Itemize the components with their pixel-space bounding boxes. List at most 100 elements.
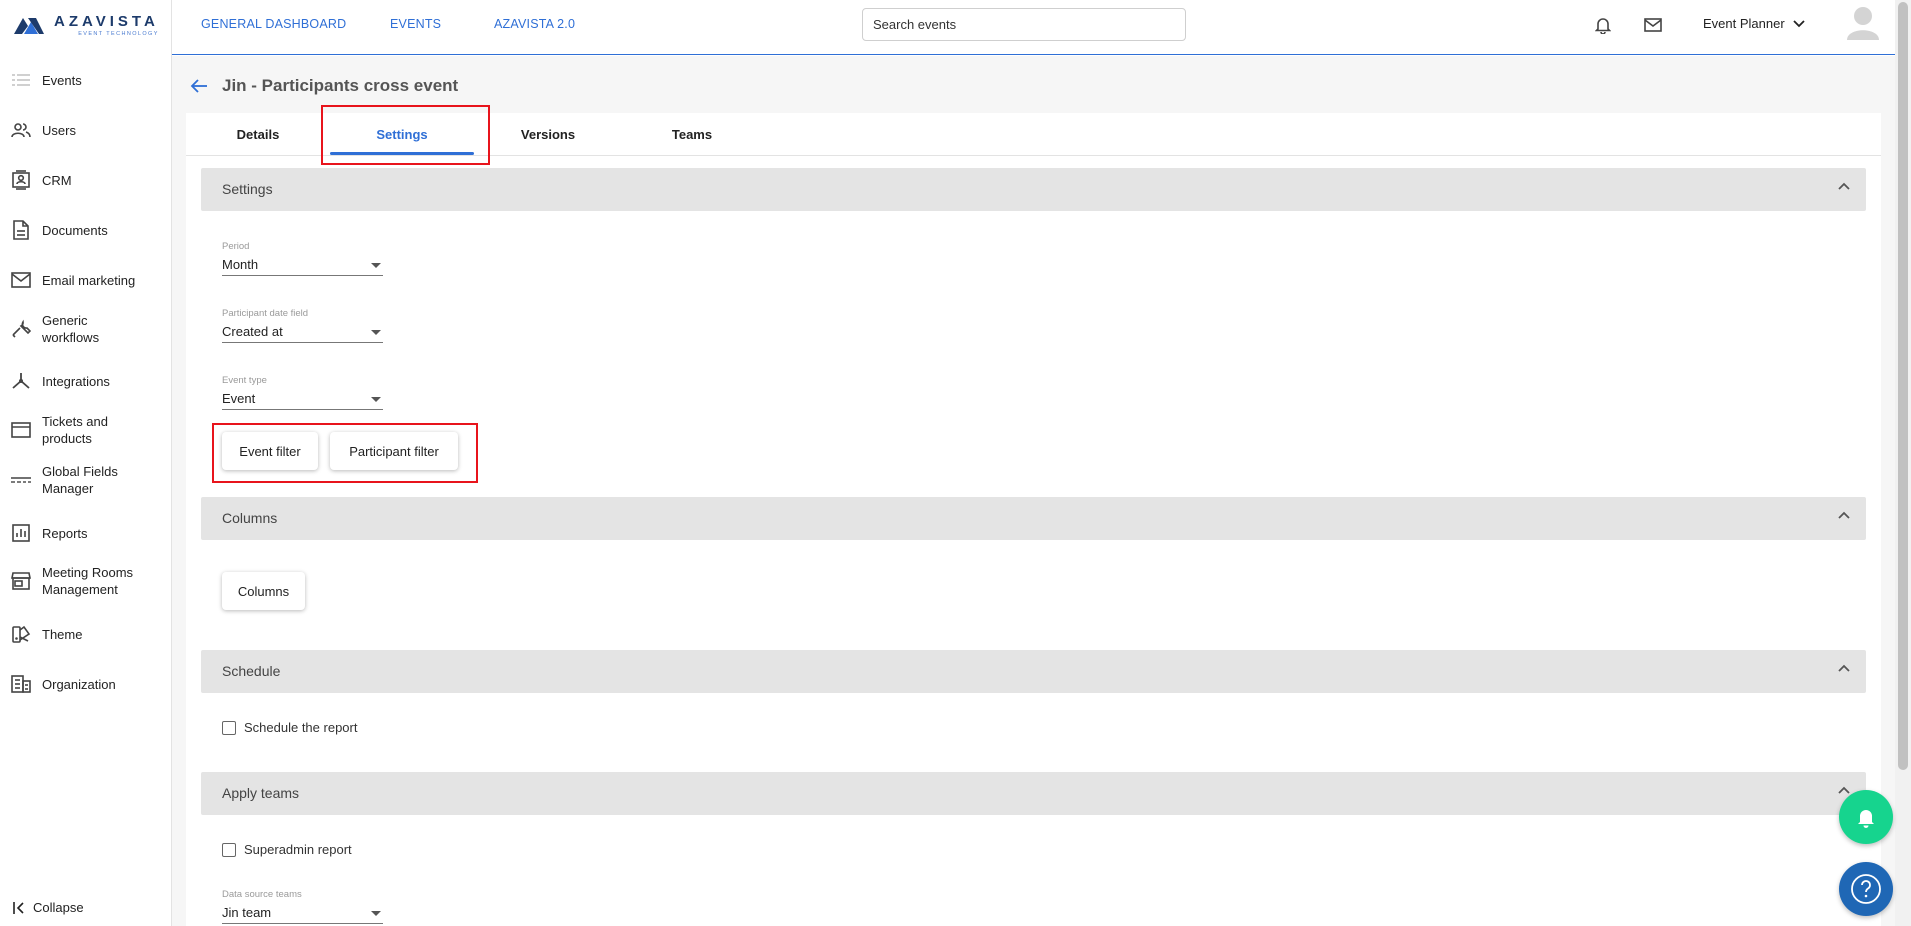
dropdown-caret-icon: [371, 263, 381, 268]
sidebar-item-events[interactable]: Events: [0, 70, 171, 90]
azavista-logo[interactable]: AZAVISTA EVENT TECHNOLOGY: [14, 14, 159, 40]
page-title: Jin - Participants cross event: [222, 76, 459, 95]
sidebar-item-reports[interactable]: Reports: [0, 523, 171, 543]
data-source-teams-select[interactable]: Data source teams Jin team: [222, 889, 383, 924]
back-arrow-icon[interactable]: [190, 78, 208, 94]
sidebar-item-email-marketing[interactable]: Email marketing: [0, 270, 171, 290]
period-select[interactable]: Period Month: [222, 241, 383, 276]
chevron-up-icon: [1838, 786, 1850, 794]
sidebar-item-theme[interactable]: Theme: [0, 624, 171, 644]
help-icon: [1851, 874, 1881, 904]
participant-filter-button[interactable]: Participant filter: [330, 432, 458, 470]
collapse-button[interactable]: Collapse: [13, 900, 84, 915]
sidebar-item-documents[interactable]: Documents: [0, 220, 171, 240]
section-title: Apply teams: [222, 785, 300, 801]
sidebar-item-label: Tickets and products: [42, 414, 108, 446]
select-value[interactable]: Created at: [222, 321, 383, 343]
mail-icon[interactable]: [1642, 14, 1664, 36]
field-label: Participant date field: [222, 308, 309, 319]
tab-details[interactable]: Details: [218, 113, 298, 156]
sidebar-item-global-fields-manager[interactable]: Global Fields Manager: [0, 463, 171, 497]
report-icon: [11, 523, 31, 543]
tab-bar: Details Settings Versions Teams: [186, 113, 1881, 156]
building-icon: [11, 674, 31, 694]
schedule-report-checkbox[interactable]: Schedule the report: [222, 720, 357, 735]
chevron-up-icon: [1838, 511, 1850, 519]
checkbox-box[interactable]: [222, 842, 236, 857]
tab-settings[interactable]: Settings: [330, 113, 474, 156]
sidebar-item-integrations[interactable]: Integrations: [0, 371, 171, 391]
checkbox-label: Superadmin report: [244, 842, 352, 857]
tab-teams[interactable]: Teams: [620, 113, 764, 156]
section-title: Columns: [222, 510, 278, 526]
checkbox-label: Schedule the report: [244, 720, 358, 735]
mail-icon: [11, 270, 31, 290]
bell-icon[interactable]: [1592, 14, 1614, 36]
user-menu[interactable]: Event Planner: [1703, 16, 1805, 31]
sidebar-item-generic-workflows[interactable]: Generic workflows: [0, 312, 171, 346]
sidebar-item-label: Meeting Rooms Management: [42, 565, 134, 597]
dropdown-caret-icon: [371, 911, 381, 916]
logo-name: AZAVISTA: [54, 13, 159, 30]
select-value[interactable]: Month: [222, 254, 383, 276]
sidebar-item-label: Integrations: [42, 373, 110, 389]
notifications-fab[interactable]: [1839, 790, 1893, 844]
apply-teams-section-header[interactable]: Apply teams: [201, 772, 1866, 815]
scrollbar-thumb[interactable]: [1898, 2, 1908, 770]
palette-icon: [11, 624, 31, 644]
dropdown-caret-icon: [371, 397, 381, 402]
bell-icon: [1858, 810, 1874, 828]
settings-section-header[interactable]: Settings: [201, 168, 1866, 211]
checkbox-box[interactable]: [222, 720, 236, 735]
select-value[interactable]: Jin team: [222, 902, 383, 924]
sidebar-item-label: Documents: [42, 222, 108, 238]
sidebar: AZAVISTA EVENT TECHNOLOGY Events Users C…: [0, 0, 172, 926]
search-input[interactable]: [862, 8, 1186, 41]
nav-link-general-dashboard[interactable]: GENERAL DASHBOARD: [201, 17, 346, 31]
chevron-up-icon: [1838, 664, 1850, 672]
logo-tagline: EVENT TECHNOLOGY: [78, 31, 159, 37]
sidebar-item-label: Users: [42, 122, 76, 138]
tab-label: Teams: [671, 127, 713, 142]
logo-mark-icon: [14, 18, 44, 34]
wrench-icon: [11, 319, 31, 339]
document-icon: [11, 220, 31, 240]
participant-date-field-select[interactable]: Participant date field Created at: [222, 308, 383, 343]
event-filter-button[interactable]: Event filter: [222, 432, 318, 470]
superadmin-report-checkbox[interactable]: Superadmin report: [222, 842, 352, 857]
sidebar-item-meeting-rooms-management[interactable]: Meeting Rooms Management: [0, 564, 171, 598]
tab-label: Details: [236, 127, 280, 142]
users-icon: [11, 120, 31, 140]
sidebar-item-tickets-and-products[interactable]: Tickets and products: [0, 413, 171, 447]
field-label: Event type: [222, 375, 267, 386]
user-menu-label: Event Planner: [1703, 16, 1785, 31]
columns-section-header[interactable]: Columns: [201, 497, 1866, 540]
event-type-select[interactable]: Event type Event: [222, 375, 383, 410]
page-scrollbar[interactable]: [1895, 0, 1911, 926]
field-label: Data source teams: [222, 889, 302, 900]
nav-link-events[interactable]: EVENTS: [390, 17, 441, 31]
columns-button[interactable]: Columns: [222, 572, 305, 610]
integrations-icon: [11, 371, 31, 391]
tab-versions[interactable]: Versions: [476, 113, 620, 156]
tab-label: Settings: [376, 127, 428, 142]
sidebar-item-users[interactable]: Users: [0, 120, 171, 140]
field-label: Period: [222, 241, 250, 252]
card-icon: [11, 420, 31, 440]
sidebar-item-label: Theme: [42, 626, 83, 642]
help-fab[interactable]: [1839, 862, 1893, 916]
collapse-icon: [13, 901, 24, 914]
sidebar-item-organization[interactable]: Organization: [0, 674, 171, 694]
tab-label: Versions: [520, 127, 576, 142]
sidebar-item-label: Email marketing: [42, 272, 136, 288]
tab-active-indicator: [330, 152, 474, 155]
top-bar: GENERAL DASHBOARD EVENTS AZAVISTA 2.0 Ev…: [172, 0, 1895, 55]
contact-card-icon: [11, 170, 31, 190]
sidebar-item-crm[interactable]: CRM: [0, 170, 171, 190]
sidebar-item-label: Organization: [42, 676, 116, 692]
select-value[interactable]: Event: [222, 388, 383, 410]
schedule-section-header[interactable]: Schedule: [201, 650, 1866, 693]
nav-link-azavista-2[interactable]: AZAVISTA 2.0: [494, 17, 575, 31]
avatar[interactable]: [1846, 5, 1880, 41]
store-icon: [11, 571, 31, 591]
